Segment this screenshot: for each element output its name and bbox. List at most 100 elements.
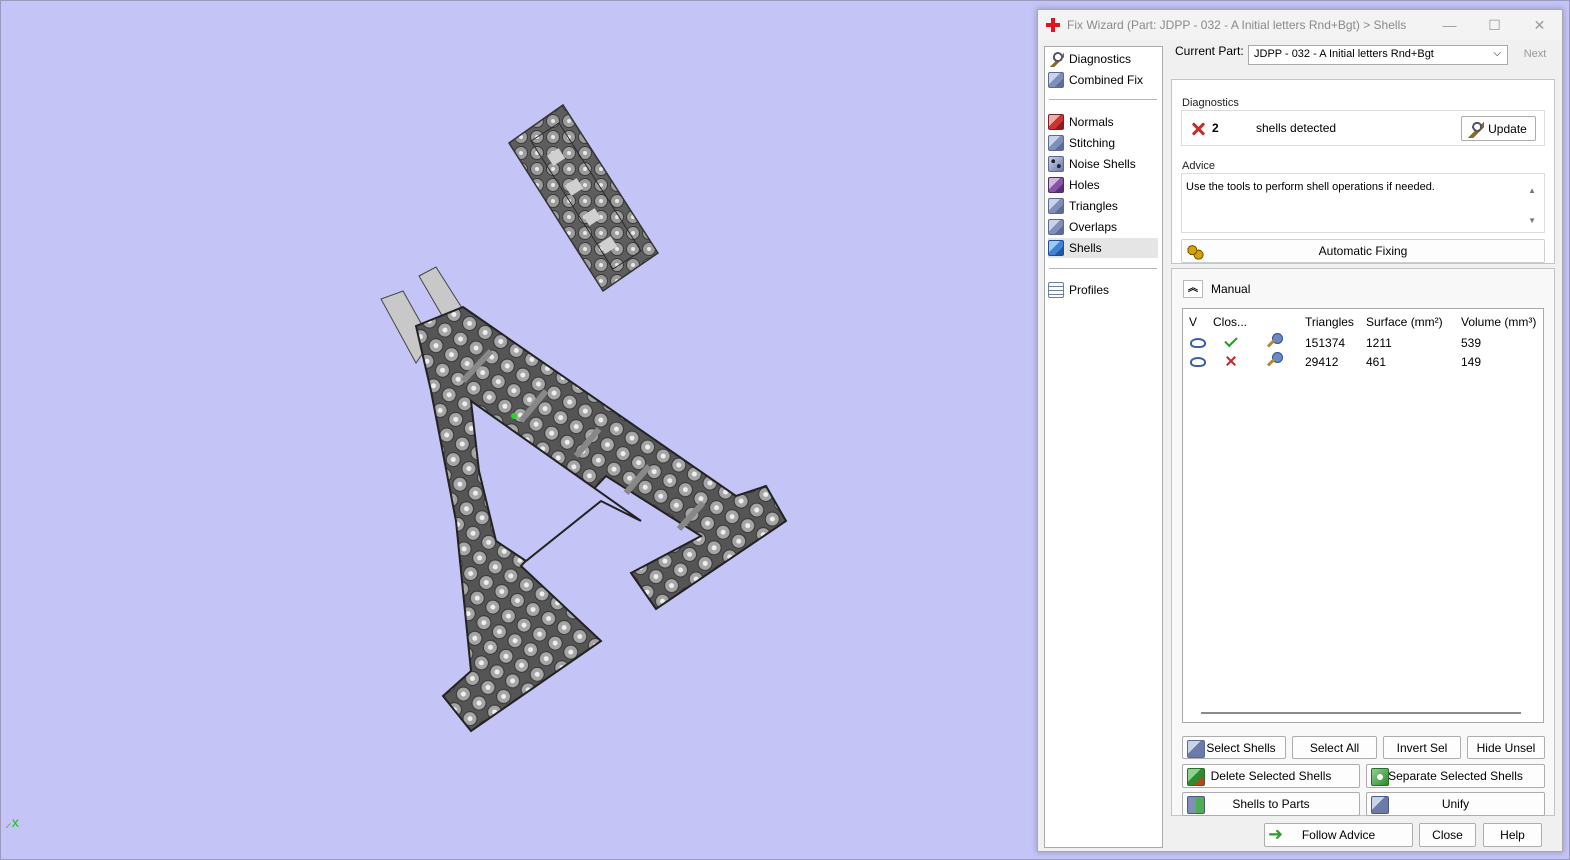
- nav-label: Shells: [1069, 241, 1102, 255]
- profiles-doc-icon: [1048, 282, 1064, 298]
- automatic-fixing-button[interactable]: Automatic Fixing: [1181, 239, 1545, 263]
- normals-cube-icon: [1048, 114, 1064, 130]
- select-shells-icon: [1187, 740, 1205, 758]
- zoom-to-shell-icon[interactable]: [1267, 333, 1283, 349]
- nav-normals[interactable]: Normals: [1048, 112, 1158, 132]
- small-shell: [507, 103, 660, 293]
- delete-shells-icon: [1187, 768, 1205, 786]
- nav-label: Profiles: [1069, 283, 1110, 297]
- follow-advice-label: Follow Advice: [1301, 828, 1376, 842]
- zoom-to-shell-icon[interactable]: [1267, 352, 1283, 368]
- current-part-select[interactable]: JDPP - 032 - A Initial letters Rnd+Bgt ⌵: [1248, 45, 1508, 65]
- row-surface: 461: [1366, 355, 1387, 369]
- shells-table[interactable]: V Clos... Triangles Surface (mm²) Volume…: [1182, 308, 1544, 723]
- cube-icon: [1048, 72, 1064, 88]
- visible-eye-icon[interactable]: [1190, 357, 1206, 367]
- row-surface: 1211: [1366, 336, 1392, 350]
- next-button[interactable]: Next: [1514, 45, 1556, 65]
- separate-selected-shells-button[interactable]: Separate Selected Shells: [1366, 764, 1545, 788]
- shells-detected-text: shells detected: [1256, 121, 1337, 135]
- model-render: [380, 103, 788, 733]
- nav-label: Normals: [1069, 115, 1114, 129]
- closed-check-icon: [1224, 333, 1238, 348]
- scroll-down-icon[interactable]: ▼: [1528, 216, 1536, 225]
- select-all-button[interactable]: Select All: [1292, 736, 1377, 759]
- separate-selected-label: Separate Selected Shells: [1388, 769, 1523, 783]
- follow-advice-button[interactable]: ➜ Follow Advice: [1264, 823, 1413, 847]
- row-triangles: 151374: [1305, 336, 1346, 350]
- magnifier-icon: [1048, 51, 1064, 67]
- advice-group: Use the tools to perform shell operation…: [1181, 173, 1545, 233]
- shells-to-parts-button[interactable]: Shells to Parts: [1182, 792, 1360, 816]
- letter-a-shell: [380, 266, 788, 733]
- fix-wizard-window[interactable]: Fix Wizard (Part: JDPP - 032 - A Initial…: [1037, 9, 1563, 852]
- advice-label: Advice: [1182, 160, 1216, 172]
- visible-eye-icon[interactable]: [1190, 338, 1206, 348]
- unify-button[interactable]: Unify: [1366, 792, 1545, 816]
- nav-stitching[interactable]: Stitching: [1048, 133, 1158, 153]
- maximize-button[interactable]: ☐: [1472, 17, 1517, 34]
- nav-label: Combined Fix: [1069, 73, 1144, 87]
- nav-shells[interactable]: Shells: [1048, 238, 1158, 258]
- nav-divider: [1049, 268, 1157, 269]
- hide-unselected-button[interactable]: Hide Unsel: [1467, 736, 1545, 759]
- select-shells-button[interactable]: Select Shells: [1182, 736, 1286, 759]
- manual-label: Manual: [1211, 282, 1251, 296]
- update-button[interactable]: Update: [1461, 116, 1536, 141]
- column-header-volume[interactable]: Volume (mm³): [1461, 315, 1536, 329]
- overlaps-cube-icon: [1048, 219, 1064, 235]
- nav-combined-fix[interactable]: Combined Fix: [1048, 70, 1158, 90]
- axis-indicator: ⸝x: [5, 816, 20, 831]
- invert-selection-button[interactable]: Invert Sel: [1383, 736, 1461, 759]
- separate-shells-icon: [1371, 768, 1389, 786]
- nav-label: Holes: [1069, 178, 1100, 192]
- nav-label: Overlaps: [1069, 220, 1118, 234]
- nav-diagnostics[interactable]: Diagnostics: [1048, 49, 1158, 69]
- column-header-surface[interactable]: Surface (mm²): [1366, 315, 1443, 329]
- shell-count: 2: [1212, 121, 1219, 135]
- row-volume: 539: [1461, 336, 1482, 350]
- diagnostics-label: Diagnostics: [1182, 97, 1239, 109]
- nav-label: Diagnostics: [1069, 52, 1132, 66]
- diagnostics-panel: Diagnostics 2 shells detected Update Adv…: [1171, 79, 1555, 264]
- nav-divider: [1049, 99, 1157, 100]
- triangles-cube-icon: [1048, 198, 1064, 214]
- open-x-icon: [1226, 356, 1236, 366]
- automatic-fixing-label: Automatic Fixing: [1318, 244, 1408, 258]
- shells-to-parts-icon: [1187, 796, 1205, 814]
- noise-cube-icon: [1048, 156, 1064, 172]
- row-triangles: 29412: [1305, 355, 1339, 369]
- holes-cube-icon: [1048, 177, 1064, 193]
- column-header-closed[interactable]: Clos...: [1213, 315, 1247, 329]
- close-window-button[interactable]: ✕: [1517, 17, 1562, 34]
- shells-to-parts-label: Shells to Parts: [1232, 797, 1310, 811]
- collapse-button[interactable]: ︽: [1183, 280, 1203, 298]
- update-label: Update: [1488, 121, 1527, 136]
- nav-profiles[interactable]: Profiles: [1048, 280, 1158, 300]
- nav-label: Noise Shells: [1069, 157, 1136, 171]
- window-title: Fix Wizard (Part: JDPP - 032 - A Initial…: [1067, 18, 1407, 32]
- advice-text: Use the tools to perform shell operation…: [1186, 181, 1435, 193]
- column-header-triangles[interactable]: Triangles: [1305, 315, 1354, 329]
- wizard-nav: Diagnostics Combined Fix Normals Stitchi…: [1044, 46, 1163, 848]
- title-bar[interactable]: Fix Wizard (Part: JDPP - 032 - A Initial…: [1038, 10, 1562, 40]
- scroll-up-icon[interactable]: ▲: [1528, 186, 1536, 195]
- delete-selected-shells-button[interactable]: Delete Selected Shells: [1182, 764, 1360, 788]
- manual-panel: ︽ Manual V Clos... Triangles Surface (mm…: [1171, 268, 1555, 816]
- minimize-button[interactable]: —: [1427, 17, 1472, 33]
- nav-triangles[interactable]: Triangles: [1048, 196, 1158, 216]
- nav-overlaps[interactable]: Overlaps: [1048, 217, 1158, 237]
- diagnostics-group: 2 shells detected Update: [1181, 110, 1545, 146]
- close-button[interactable]: Close: [1419, 823, 1476, 847]
- current-part-value: JDPP - 032 - A Initial letters Rnd+Bgt: [1254, 48, 1434, 60]
- magnifier-icon: [1466, 120, 1484, 138]
- column-header-visible[interactable]: V: [1189, 315, 1197, 329]
- stitch-cube-icon: [1048, 135, 1064, 151]
- horizontal-scrollbar[interactable]: [1201, 712, 1521, 714]
- nav-noise-shells[interactable]: Noise Shells: [1048, 154, 1158, 174]
- nav-holes[interactable]: Holes: [1048, 175, 1158, 195]
- nav-label: Triangles: [1069, 199, 1118, 213]
- help-button[interactable]: Help: [1483, 823, 1542, 847]
- app-cross-icon: [1046, 18, 1060, 32]
- error-x-icon: [1191, 122, 1205, 136]
